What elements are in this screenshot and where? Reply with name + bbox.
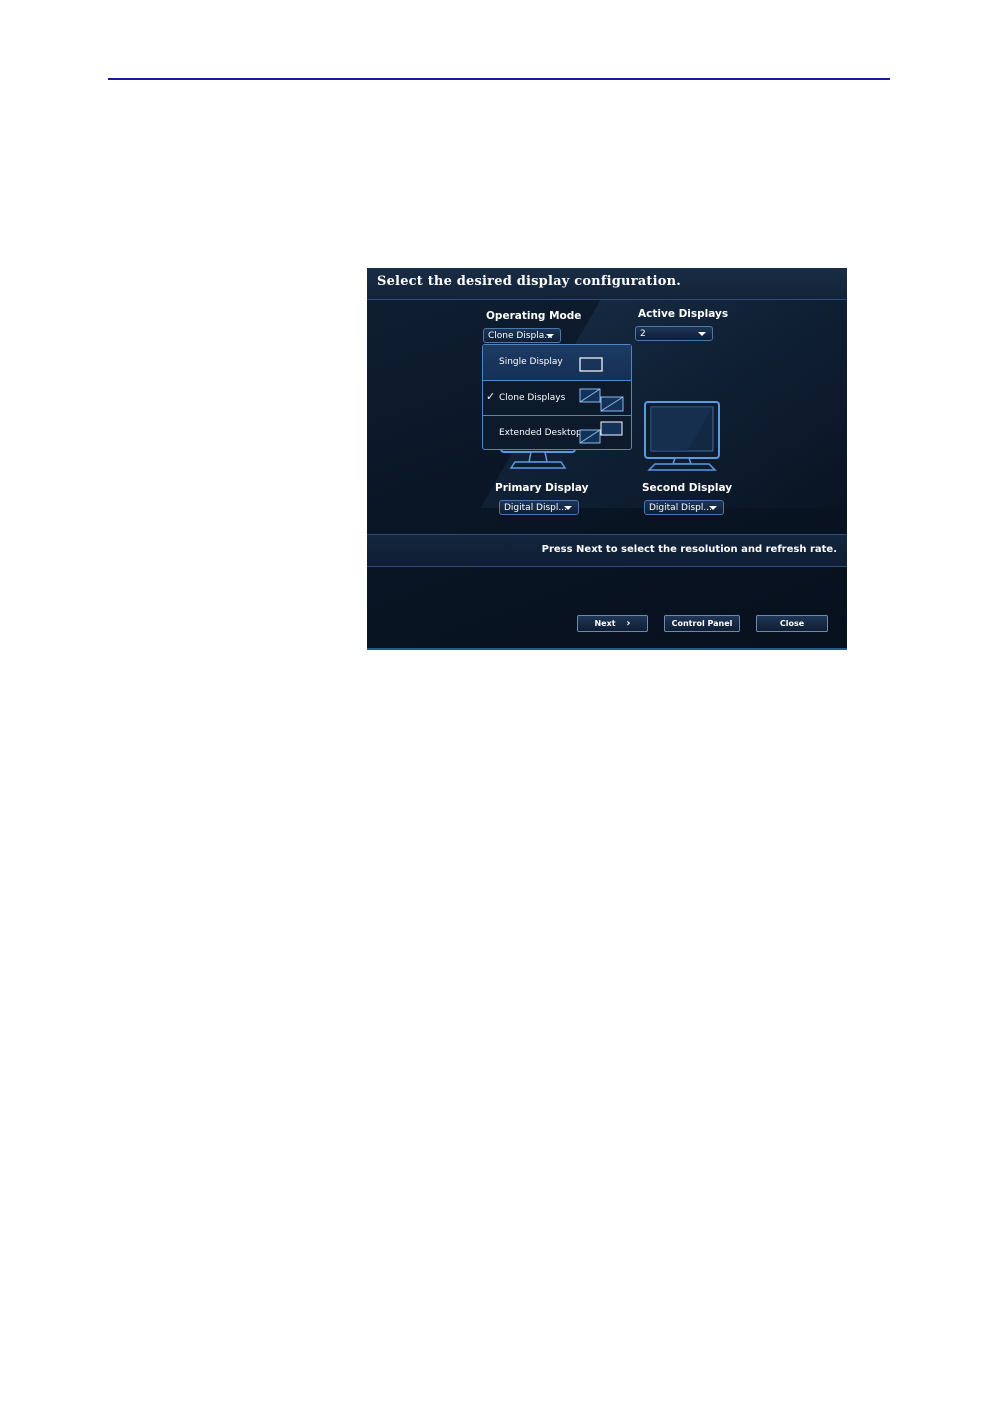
chevron-down-icon [546, 334, 554, 338]
menu-item-label: Clone Displays [499, 393, 566, 403]
active-displays-label: Active Displays [638, 308, 729, 320]
primary-display-value: Digital Displ... [504, 503, 567, 513]
chevron-right-icon: › [626, 618, 631, 629]
chevron-down-icon [564, 506, 572, 510]
checkmark-icon: ✓ [486, 390, 496, 403]
control-panel-button[interactable]: Control Panel [664, 615, 740, 632]
second-monitor-icon [644, 401, 720, 471]
menu-item-label: Extended Desktop [499, 428, 582, 438]
active-displays-value: 2 [640, 329, 646, 339]
dialog-header: Select the desired display configuration… [367, 268, 847, 300]
control-panel-button-label: Control Panel [671, 619, 733, 628]
primary-display-dropdown[interactable]: Digital Displ... [499, 500, 579, 515]
menu-item-label: Single Display [499, 357, 563, 367]
operating-mode-dropdown[interactable]: Clone Displa... [483, 328, 561, 343]
single-display-icon [579, 357, 603, 372]
operating-mode-menu: Single Display ✓ Clone Displays Extended… [482, 344, 632, 450]
second-display-value: Digital Displ... [649, 503, 712, 513]
second-display-dropdown[interactable]: Digital Displ... [644, 500, 724, 515]
next-button[interactable]: Next › [577, 615, 648, 632]
status-message: Press Next to select the resolution and … [541, 544, 837, 555]
menu-item-extended-desktop[interactable]: Extended Desktop [483, 415, 631, 450]
close-button-label: Close [779, 619, 805, 628]
chevron-down-icon [709, 506, 717, 510]
status-bar: Press Next to select the resolution and … [367, 534, 847, 567]
clone-displays-icon [579, 388, 624, 412]
chevron-down-icon [698, 332, 706, 336]
close-button[interactable]: Close [756, 615, 828, 632]
next-button-label: Next [594, 619, 616, 628]
page-header-rule [108, 78, 890, 80]
operating-mode-label: Operating Mode [486, 310, 582, 322]
menu-item-single-display[interactable]: Single Display [483, 345, 631, 380]
extended-desktop-icon [579, 421, 623, 444]
primary-display-label: Primary Display [495, 482, 589, 494]
active-displays-dropdown[interactable]: 2 [635, 326, 713, 341]
operating-mode-value: Clone Displa... [488, 331, 553, 341]
second-display-label: Second Display [642, 482, 733, 494]
display-configuration-dialog: Select the desired display configuration… [367, 268, 847, 650]
dialog-title: Select the desired display configuration… [377, 274, 681, 289]
menu-item-clone-displays[interactable]: ✓ Clone Displays [483, 380, 631, 415]
